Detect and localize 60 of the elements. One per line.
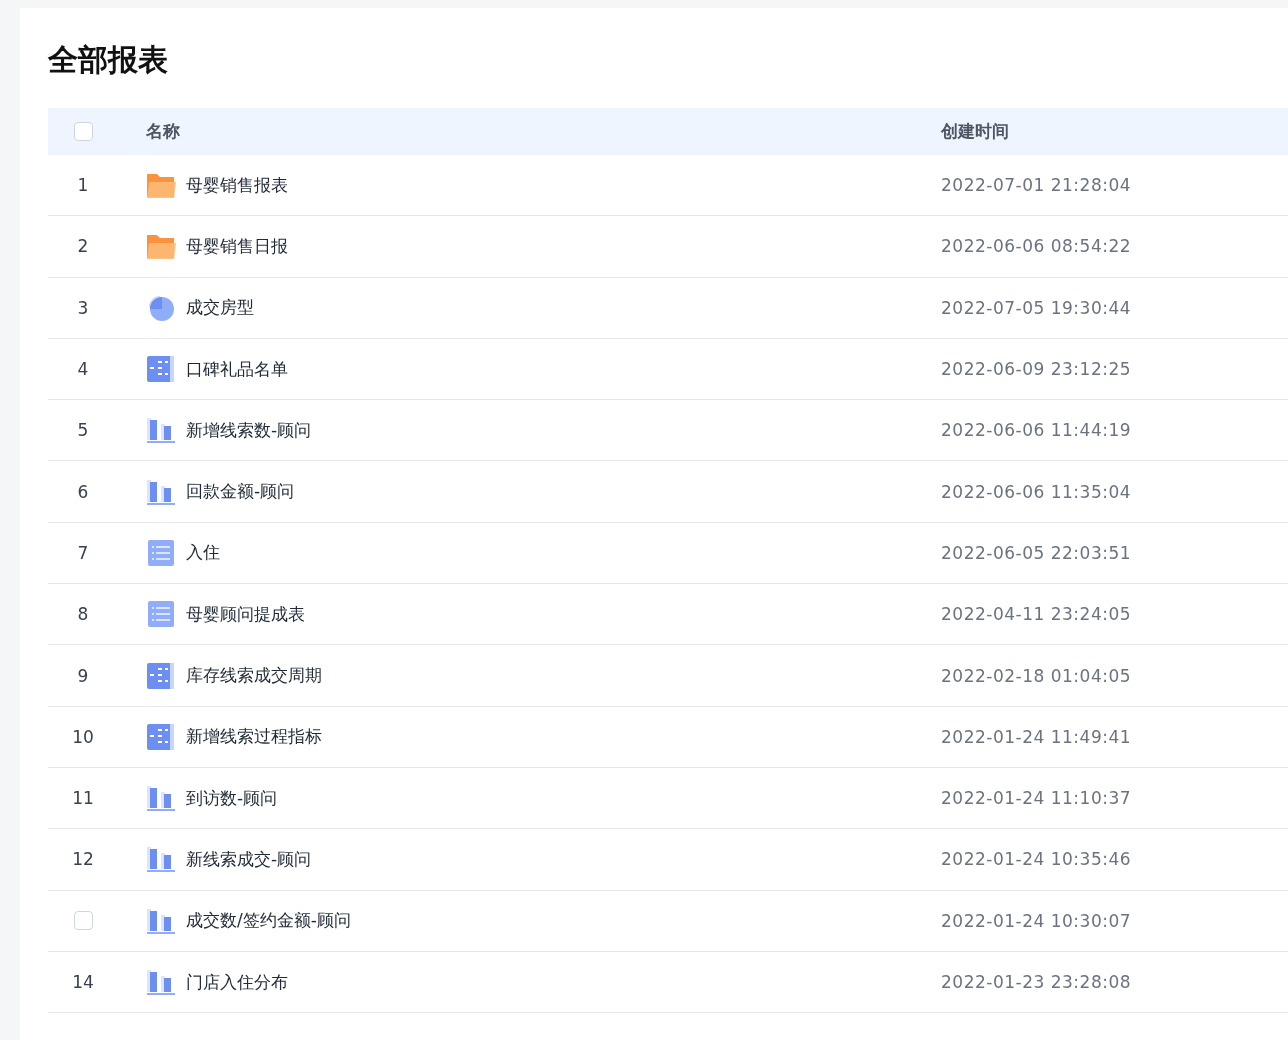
- row-number: 4: [77, 359, 89, 380]
- report-name[interactable]: 新增线索过程指标: [186, 725, 322, 749]
- created-time: 2022-01-23 23:28:08: [941, 972, 1132, 992]
- created-time: 2022-01-24 11:10:37: [941, 788, 1132, 809]
- created-time: 2022-07-01 21:28:04: [941, 175, 1132, 196]
- row-number: 11: [72, 788, 94, 809]
- created-time: 2022-01-24 10:30:07: [941, 910, 1132, 931]
- row-number: 9: [77, 665, 89, 686]
- created-time: 2022-06-06 11:44:19: [941, 420, 1132, 441]
- row-number: 12: [72, 849, 94, 870]
- row-number: 6: [77, 481, 89, 502]
- bar-chart-icon: [146, 784, 176, 813]
- report-name[interactable]: 门店入住分布: [186, 970, 288, 994]
- bar-chart-icon: [146, 845, 176, 874]
- report-name[interactable]: 库存线索成交周期: [186, 664, 322, 687]
- folder-icon: [146, 232, 176, 261]
- row-number: 5: [77, 420, 89, 441]
- bar-chart-icon: [146, 416, 176, 445]
- row-checkbox[interactable]: [73, 911, 93, 931]
- report-name[interactable]: 母婴销售报表: [186, 173, 288, 197]
- list-icon: [146, 538, 176, 567]
- report-name[interactable]: 新增线索数-顾问: [186, 418, 312, 442]
- folder-icon: [146, 171, 176, 200]
- row-number: 7: [77, 542, 89, 563]
- created-time: 2022-06-09 23:12:25: [941, 359, 1132, 380]
- row-number: 8: [77, 604, 89, 625]
- bar-chart-icon: [146, 906, 176, 935]
- report-name[interactable]: 口碑礼品名单: [186, 357, 288, 381]
- created-time: 2022-06-06 08:54:22: [941, 236, 1132, 257]
- created-time: 2022-06-06 11:35:04: [941, 481, 1132, 502]
- report-name[interactable]: 成交数/签约金额-顾问: [186, 909, 351, 933]
- list-icon: [146, 600, 176, 629]
- row-number: 3: [77, 297, 89, 318]
- report-name[interactable]: 到访数-顾问: [186, 786, 278, 810]
- bar-chart-icon: [146, 968, 176, 996]
- bar-chart-icon: [146, 477, 176, 506]
- created-time: 2022-01-24 10:35:46: [941, 849, 1132, 870]
- created-time: 2022-07-05 19:30:44: [941, 297, 1132, 318]
- row-number: 2: [77, 236, 89, 257]
- report-name[interactable]: 成交房型: [186, 296, 254, 320]
- created-time: 2022-04-11 23:24:05: [941, 604, 1132, 625]
- column-header: 名称: [146, 120, 180, 143]
- report-name[interactable]: 母婴顾问提成表: [186, 602, 305, 626]
- created-time: 2022-01-24 11:49:41: [941, 726, 1132, 747]
- report-name[interactable]: 新线索成交-顾问: [186, 847, 312, 871]
- table-icon: [146, 661, 176, 690]
- report-name[interactable]: 入住: [186, 541, 220, 565]
- table-icon: [146, 355, 176, 384]
- created-time: 2022-02-18 01:04:05: [941, 665, 1132, 686]
- row-number: 10: [72, 726, 94, 747]
- created-time: 2022-06-05 22:03:51: [941, 542, 1132, 563]
- pie-chart-icon: [146, 293, 176, 322]
- table-icon: [146, 722, 176, 751]
- page-title: 全部报表: [48, 41, 169, 79]
- report-name[interactable]: 回款金额-顾问: [186, 480, 295, 504]
- row-number: 1: [77, 175, 89, 196]
- row-number: 14: [72, 972, 94, 992]
- column-header: 创建时间: [941, 121, 1009, 141]
- select-all-checkbox[interactable]: [73, 122, 93, 141]
- report-name[interactable]: 母婴销售日报: [186, 234, 288, 258]
